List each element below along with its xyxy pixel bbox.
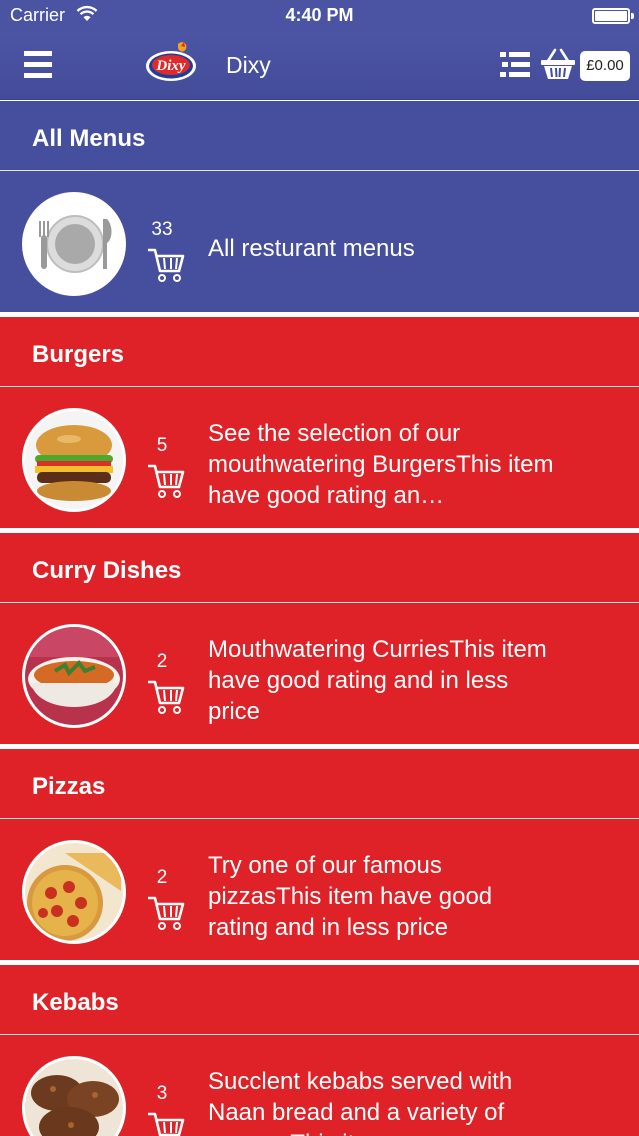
battery-icon [592,8,634,24]
section-header: Burgers [0,317,639,387]
plate-icon [22,192,126,296]
item-count: 5 [156,435,168,456]
burger-photo [22,408,126,512]
section-title: Burgers [32,341,125,368]
curry-photo [22,624,126,728]
basket-icon[interactable] [540,46,576,82]
list-icon[interactable] [500,50,530,80]
menu-row-burgers[interactable]: 5 See the selection of our mouthwatering… [0,387,639,528]
section-title: Pizzas [32,773,106,800]
menu-row-curry-dishes[interactable]: 2 Mouthwatering CurriesThis item have go… [0,603,639,744]
basket-total[interactable]: £0.00 [580,51,630,81]
kebab-photo [22,1056,126,1136]
menu-row-pizzas[interactable]: 2 Try one of our famous pizzasThis item … [0,819,639,960]
item-count: 33 [151,219,173,240]
cart-icon [148,680,185,714]
cart-icon [148,248,185,282]
section-header: Curry Dishes [0,533,639,603]
nav-bar: Dixy Dixy £0.00 [0,32,639,100]
menu-icon[interactable] [24,51,52,79]
status-bar: Carrier 4:40 PM [0,0,639,32]
menu-description: Mouthwatering CurriesThis item have good… [208,636,547,725]
item-count: 2 [156,867,168,888]
clock: 4:40 PM [285,5,354,25]
nav-title: Dixy [226,52,271,78]
pizza-photo [22,840,126,944]
section-title: All Menus [32,125,146,152]
section-title: Kebabs [32,989,119,1016]
cart-icon [148,896,185,930]
cart-icon [148,464,185,498]
item-count: 2 [156,651,168,672]
cart-icon [148,1112,185,1136]
section-title: Curry Dishes [32,557,182,584]
menu-description: All resturant menus [208,235,415,262]
menu-row-all-menus[interactable]: 33 All resturant menus [0,171,639,312]
menu-row-kebabs[interactable]: 3 Succlent kebabs served with Naan bread… [0,1035,639,1136]
dixy-logo: Dixy [146,42,196,81]
item-count: 3 [156,1083,168,1104]
menu-description: Try one of our famous pizzasThis item ha… [208,852,493,941]
menu-description: Succlent kebabs served with Naan bread a… [208,1068,513,1136]
section-header: Pizzas [0,749,639,819]
svg-text:Dixy: Dixy [155,58,186,74]
section-header: All Menus [0,101,639,171]
section-header: Kebabs [0,965,639,1035]
menu-description: See the selection of our mouthwatering B… [208,420,554,509]
